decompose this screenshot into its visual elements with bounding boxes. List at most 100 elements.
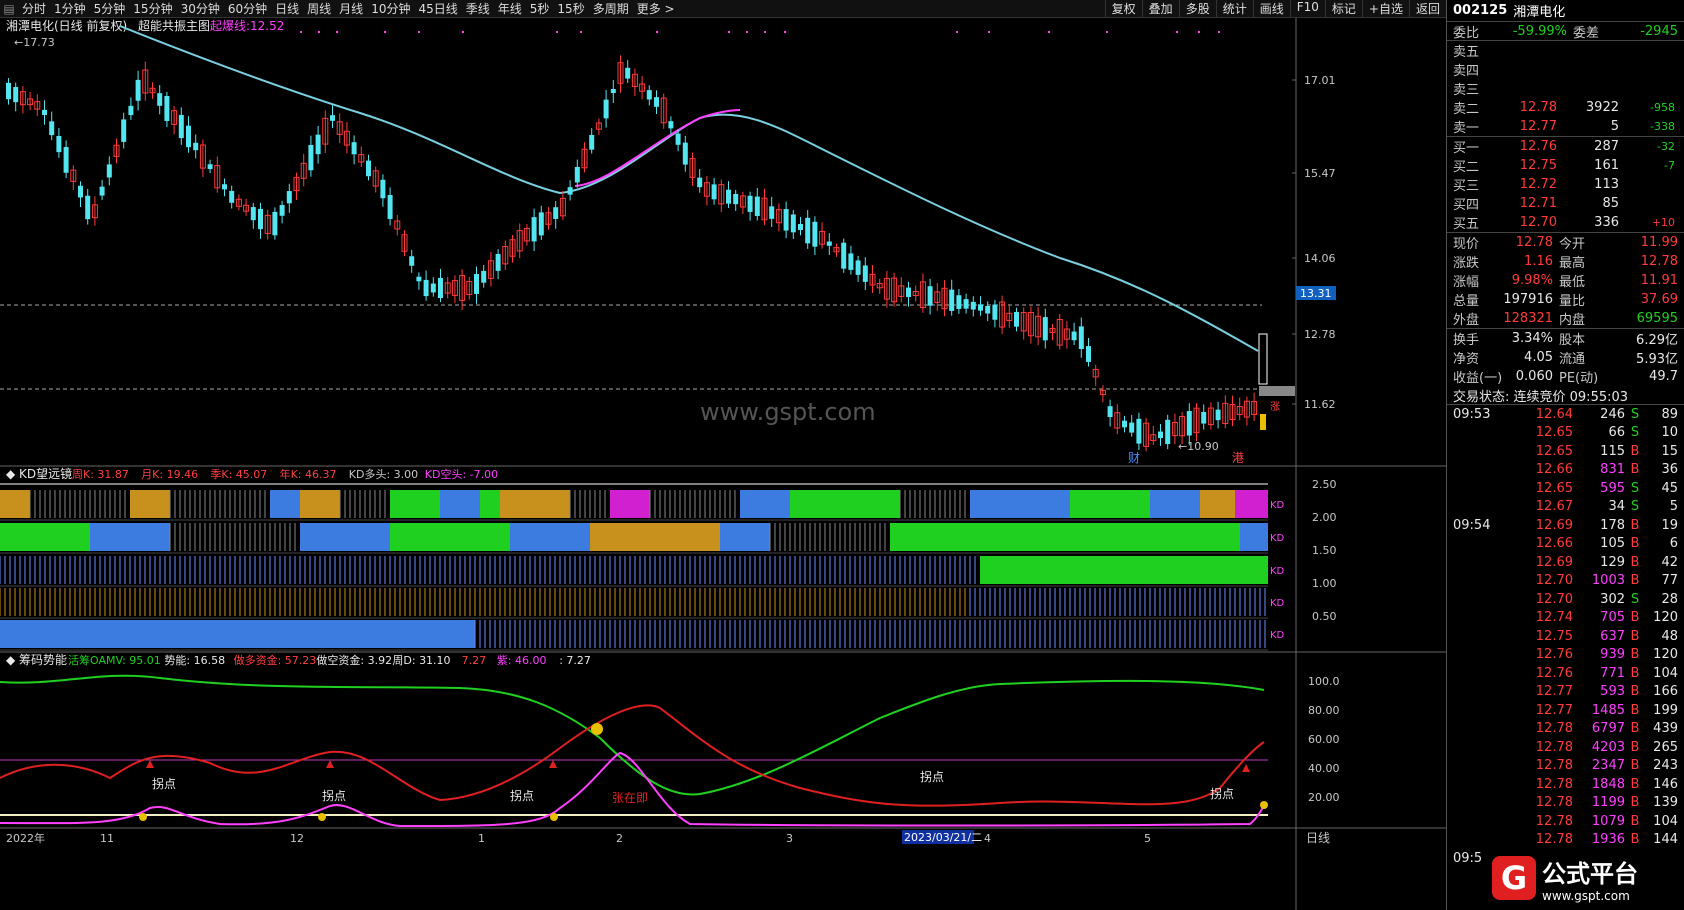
sell-level[interactable]: 卖一 12.77 5 -338 [1447, 117, 1684, 136]
sell-level[interactable]: 卖三 [1447, 79, 1684, 98]
tool-button[interactable]: 画线 [1252, 0, 1290, 17]
candle [1042, 317, 1048, 341]
candle [668, 121, 674, 129]
chart-title: 湘潭电化(日线 前复权) [6, 18, 127, 33]
tick-row: 12.75 637 B 48 [1535, 628, 1678, 644]
candle [481, 270, 487, 283]
tool-button[interactable]: 统计 [1215, 0, 1253, 17]
signal-dot [746, 31, 748, 33]
tool-button[interactable]: 复权 [1104, 0, 1142, 17]
candle [128, 105, 134, 116]
period-tab[interactable]: 1分钟 [50, 0, 90, 17]
tick-row: 12.76 939 B 120 [1535, 647, 1678, 663]
tick-row: 12.65 66 S 10 [1535, 425, 1678, 441]
stat-row: 涨跌 1.16 最高 12.78 [1453, 254, 1678, 271]
period-tab[interactable]: 更多 > [633, 0, 679, 17]
chip-annotation: 拐点 [1210, 786, 1234, 801]
tool-button[interactable]: F10 [1289, 0, 1325, 17]
tick-row: 12.77 593 B 166 [1535, 684, 1678, 700]
chart-tools: 复权 叠加 多股 统计 画线 F10 标记 +自选 返回 [1104, 0, 1446, 17]
candle [1107, 406, 1113, 418]
period-tab[interactable]: 5秒 [526, 0, 554, 17]
period-tab[interactable]: 季线 [462, 0, 494, 17]
kd-bar [500, 490, 570, 518]
kd-value: KD空头: -7.00 [425, 467, 498, 481]
period-tab[interactable]: 5分钟 [90, 0, 130, 17]
sell-level[interactable]: 卖四 [1447, 60, 1684, 79]
buy-level[interactable]: 买二 12.75 161 -7 [1447, 156, 1684, 175]
candle [178, 114, 184, 139]
period-tab[interactable]: 分时 [18, 0, 50, 17]
candle [812, 221, 818, 247]
ma-line-hot [574, 109, 741, 187]
buy-level[interactable]: 买三 12.72 113 [1447, 175, 1684, 194]
signal-dot [1176, 31, 1178, 33]
tick-row: 12.78 1199 B 139 [1535, 795, 1678, 811]
kd-bar [300, 523, 390, 551]
tool-button[interactable]: 多股 [1178, 0, 1216, 17]
candle [49, 121, 55, 136]
kd-bar [0, 523, 90, 551]
tool-button[interactable]: 叠加 [1141, 0, 1179, 17]
period-tab[interactable]: 年线 [494, 0, 526, 17]
period-tab[interactable]: 周线 [303, 0, 335, 17]
buy-level[interactable]: 买一 12.76 287 -32 [1447, 137, 1684, 156]
chip-axis-tick: 40.00 [1308, 762, 1340, 775]
signal-dot [300, 31, 302, 33]
kd-bar [390, 490, 440, 518]
signal-dot [580, 31, 582, 33]
candle [1078, 326, 1084, 349]
kd-bar [1200, 490, 1235, 518]
period-tab[interactable]: 15分钟 [129, 0, 176, 17]
kd-axis-tick: 2.50 [1312, 478, 1337, 491]
stat-row: 净资 4.05 流通 5.93亿 [1453, 350, 1678, 367]
period-tabs: 分时 1分钟 5分钟 15分钟 30分钟 60分钟 日线 周线 月线 10分钟 45日线 季线 年线 5秒… [18, 0, 679, 17]
candle [956, 295, 962, 309]
weicha-value: -2945 [1640, 23, 1678, 39]
chip-value: 周D: 31.10 [392, 654, 450, 667]
buy-level[interactable]: 买四 12.71 85 [1447, 194, 1684, 213]
kd-bar [0, 620, 475, 648]
signal-dot [1048, 31, 1050, 33]
candle [106, 164, 112, 178]
period-label: 日线 [1306, 831, 1330, 845]
tool-button[interactable]: +自选 [1361, 0, 1409, 17]
sell-book: 卖五 卖四 卖三 卖二 12.78 3922 -958 卖一 12.77 5 -338 [1447, 41, 1684, 137]
tick-list[interactable]: 09:53 12.64 246 S 89 12.65 66 S 10 12.65 115 B 15 12.… [1447, 405, 1684, 878]
menu-icon[interactable]: ▤ [0, 2, 18, 16]
period-tab[interactable]: 10分钟 [367, 0, 414, 17]
candle [380, 179, 386, 199]
candle [1086, 346, 1091, 362]
period-tab[interactable]: 30分钟 [177, 0, 224, 17]
signal-dot [384, 31, 386, 33]
price-tick: 15.47 [1304, 167, 1336, 180]
candle [985, 305, 991, 314]
candle [272, 211, 278, 236]
candle [366, 160, 371, 177]
tick-row: 12.65 595 S 45 [1535, 480, 1678, 496]
period-tab[interactable]: 日线 [271, 0, 303, 17]
period-tab[interactable]: 多周期 [589, 0, 633, 17]
marker-cai: 财 [1128, 451, 1140, 465]
sell-level[interactable]: 卖二 12.78 3922 -958 [1447, 98, 1684, 117]
candle [1122, 420, 1127, 428]
period-tab[interactable]: 45日线 [414, 0, 461, 17]
period-tab[interactable]: 月线 [335, 0, 367, 17]
sell-level[interactable]: 卖五 [1447, 41, 1684, 60]
candle [330, 115, 335, 121]
period-tab[interactable]: 60分钟 [224, 0, 271, 17]
signal-dot [1198, 31, 1200, 33]
stock-code: 002125 [1453, 3, 1508, 18]
tool-button[interactable]: 标记 [1324, 0, 1362, 17]
tick-row: 12.69 129 B 42 [1535, 554, 1678, 570]
kline-chart-area[interactable]: 湘潭电化(日线 前复权) 超能共振主图 起爆线: 12.52 17.01 15.47 14.… [0, 18, 1446, 910]
quote-panel: 002125 湘潭电化 委比 -59.99% 委差 -2945 卖五 卖四 卖三 卖二… [1446, 0, 1684, 910]
kd-row-label: KD [1270, 500, 1285, 511]
tool-button[interactable]: 返回 [1408, 0, 1446, 17]
buy-level[interactable]: 买五 12.70 336 +10 [1447, 213, 1684, 232]
price-tick: 11.62 [1304, 398, 1336, 411]
logo-title: 公式平台 [1542, 859, 1638, 888]
kd-bar [90, 523, 170, 551]
candle [553, 207, 559, 219]
period-tab[interactable]: 15秒 [553, 0, 588, 17]
